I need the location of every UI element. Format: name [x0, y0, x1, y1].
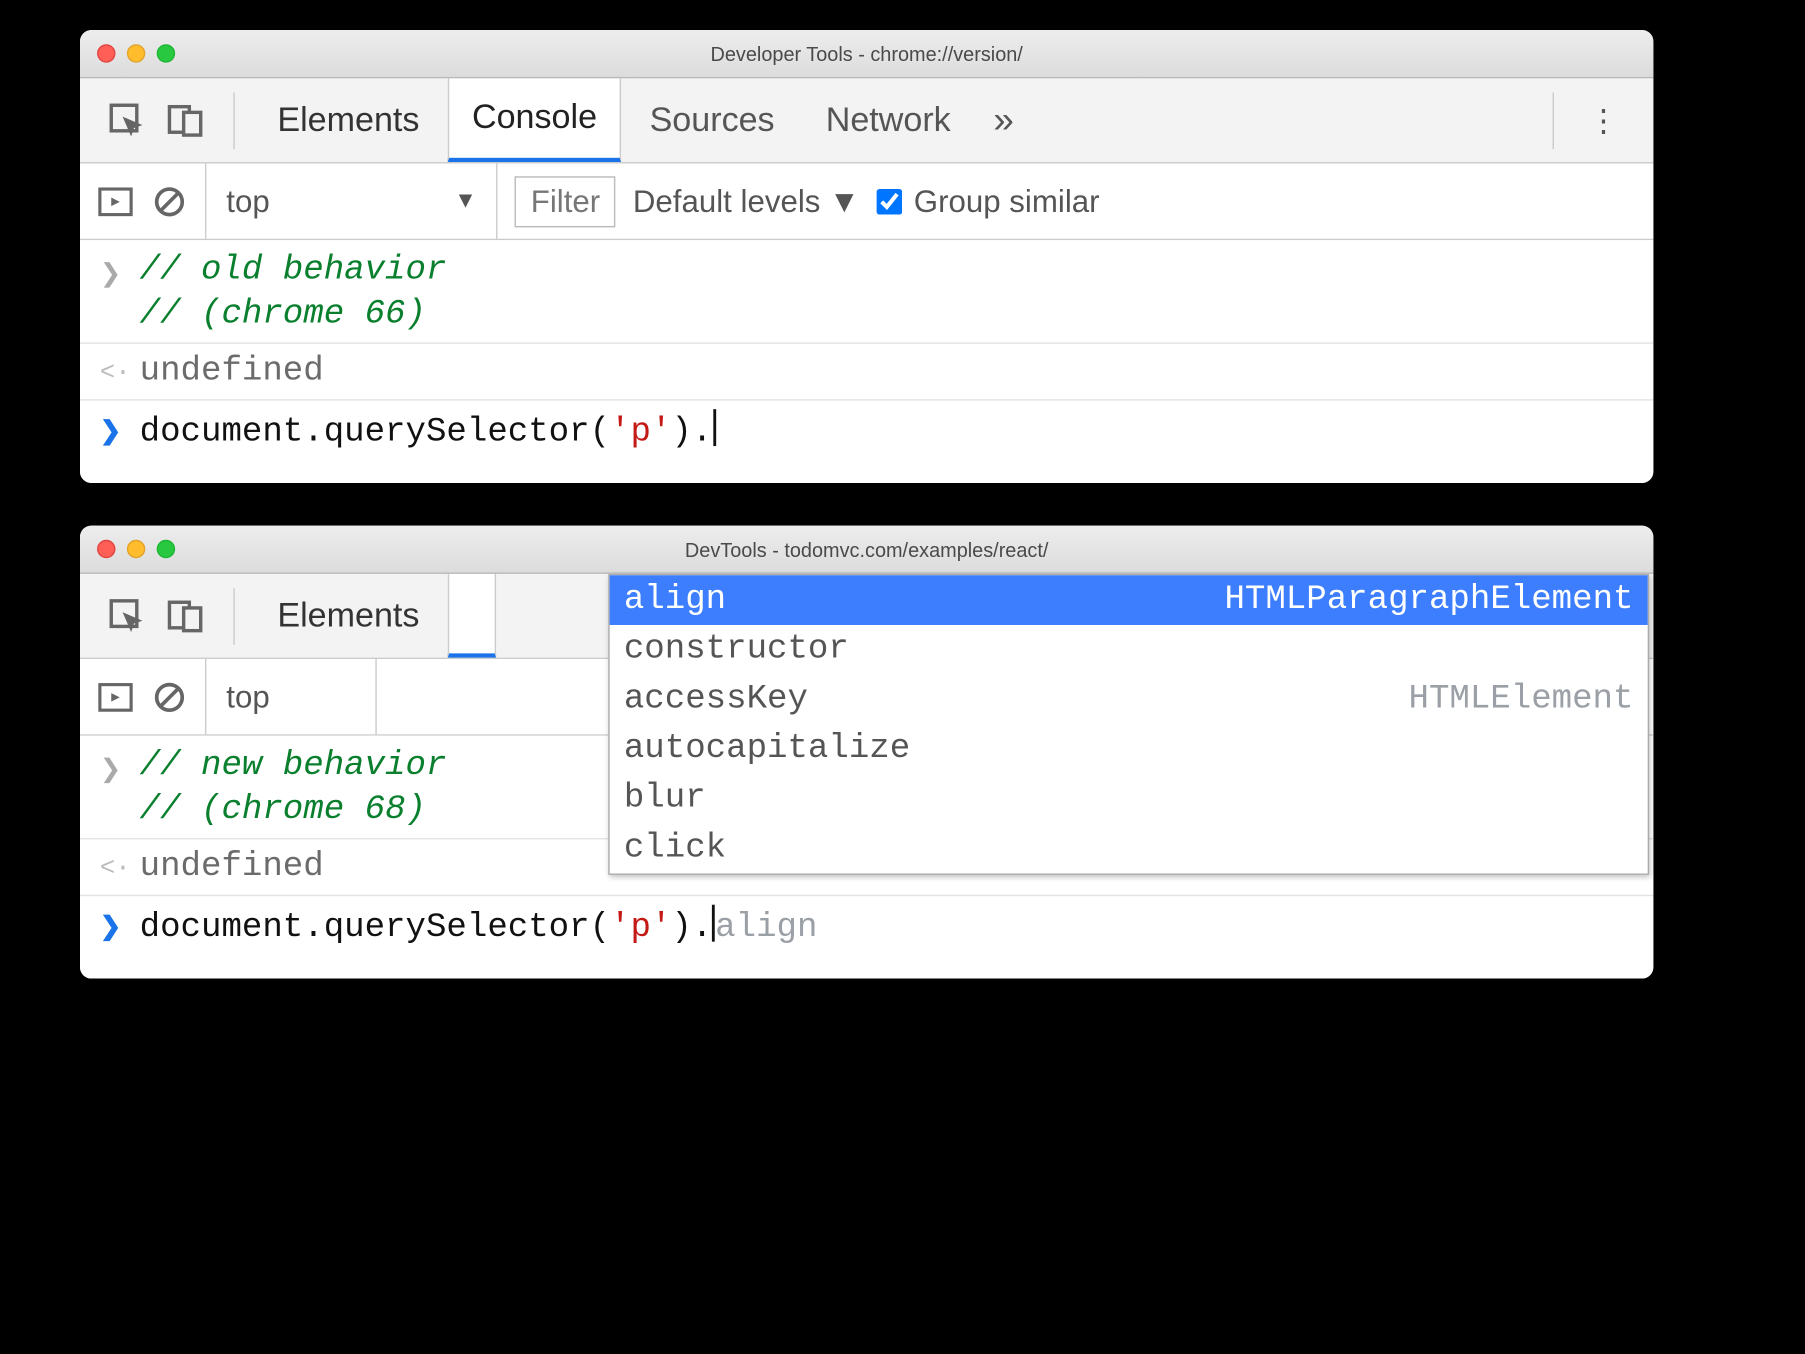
- input-marker-icon: ❯: [100, 747, 126, 785]
- titlebar[interactable]: DevTools - todomvc.com/examples/react/: [80, 526, 1653, 574]
- console-body: ❯ // old behavior // (chrome 66) <· unde…: [80, 240, 1653, 483]
- clear-console-icon[interactable]: [151, 183, 188, 220]
- autocomplete-item[interactable]: blur: [610, 774, 1648, 824]
- tab-console-hidden[interactable]: [448, 574, 496, 658]
- group-similar-input[interactable]: [877, 188, 903, 214]
- autocomplete-label: blur: [624, 780, 706, 818]
- prompt-marker-icon: ❯: [100, 409, 126, 447]
- autocomplete-item[interactable]: click: [610, 824, 1648, 874]
- devtools-window-1: Developer Tools - chrome://version/ Elem…: [80, 30, 1653, 483]
- console-comment: // new behavior: [140, 747, 447, 785]
- autocomplete-label: autocapitalize: [624, 730, 910, 768]
- tab-network[interactable]: Network: [803, 78, 973, 162]
- context-label: top: [226, 183, 269, 220]
- group-similar-label: Group similar: [914, 183, 1100, 220]
- console-sidebar-toggle-icon[interactable]: [97, 678, 134, 715]
- tab-bar: Elements Console Sources Network » ⋮: [80, 78, 1653, 163]
- autocomplete-label: accessKey: [624, 680, 808, 718]
- kebab-menu-icon[interactable]: ⋮: [1574, 102, 1634, 139]
- output-marker-icon: <·: [100, 352, 126, 388]
- dropdown-icon: ▼: [829, 183, 860, 220]
- tab-sources[interactable]: Sources: [627, 78, 797, 162]
- group-similar-checkbox[interactable]: Group similar: [877, 183, 1100, 220]
- autocomplete-item[interactable]: constructor: [610, 625, 1648, 675]
- autocomplete-label: align: [624, 581, 726, 619]
- tab-console[interactable]: Console: [448, 78, 621, 162]
- console-comment: // old behavior: [140, 252, 447, 290]
- autocomplete-item[interactable]: accessKey HTMLElement: [610, 675, 1648, 725]
- context-selector[interactable]: top ▼: [205, 163, 498, 238]
- text-cursor: [714, 409, 717, 446]
- autocomplete-label: constructor: [624, 631, 849, 669]
- device-toggle-icon[interactable]: [160, 589, 214, 643]
- autocomplete-type: HTMLParagraphElement: [1224, 581, 1633, 619]
- levels-selector[interactable]: Default levels ▼: [633, 183, 860, 220]
- dropdown-icon: ▼: [454, 188, 476, 214]
- console-output: undefined: [140, 848, 324, 886]
- console-filter-bar: top ▼ Filter Default levels ▼ Group simi…: [80, 163, 1653, 240]
- devtools-window-2: DevTools - todomvc.com/examples/react/ E…: [80, 526, 1653, 979]
- autocomplete-label: click: [624, 829, 726, 867]
- levels-label: Default levels: [633, 183, 821, 220]
- inspect-icon[interactable]: [100, 93, 154, 147]
- autocomplete-popup[interactable]: align HTMLParagraphElement constructor acce…: [608, 574, 1649, 875]
- titlebar[interactable]: Developer Tools - chrome://version/: [80, 30, 1653, 78]
- context-label: top: [226, 678, 269, 715]
- autocomplete-item[interactable]: align HTMLParagraphElement: [610, 575, 1648, 625]
- inspect-icon[interactable]: [100, 589, 154, 643]
- window-title: DevTools - todomvc.com/examples/react/: [80, 538, 1653, 561]
- window-title: Developer Tools - chrome://version/: [80, 42, 1653, 65]
- console-input[interactable]: document.querySelector('p').: [140, 409, 1634, 452]
- clear-console-icon[interactable]: [151, 678, 188, 715]
- input-marker-icon: ❯: [100, 252, 126, 290]
- context-selector[interactable]: top: [205, 659, 376, 734]
- tab-elements[interactable]: Elements: [255, 574, 443, 658]
- console-output: undefined: [140, 352, 324, 390]
- console-sidebar-toggle-icon[interactable]: [97, 183, 134, 220]
- autocomplete-type: HTMLElement: [1408, 680, 1633, 718]
- prompt-marker-icon: ❯: [100, 905, 126, 943]
- tab-elements[interactable]: Elements: [255, 78, 443, 162]
- console-comment: // (chrome 68): [140, 791, 426, 829]
- more-tabs-icon[interactable]: »: [979, 98, 1028, 142]
- console-comment: // (chrome 66): [140, 296, 426, 334]
- device-toggle-icon[interactable]: [160, 93, 214, 147]
- autocomplete-item[interactable]: autocapitalize: [610, 724, 1648, 774]
- output-marker-icon: <·: [100, 848, 126, 884]
- filter-input[interactable]: Filter: [515, 176, 616, 227]
- console-input[interactable]: document.querySelector('p').align: [140, 905, 1634, 948]
- autocomplete-ghost: align: [715, 909, 817, 947]
